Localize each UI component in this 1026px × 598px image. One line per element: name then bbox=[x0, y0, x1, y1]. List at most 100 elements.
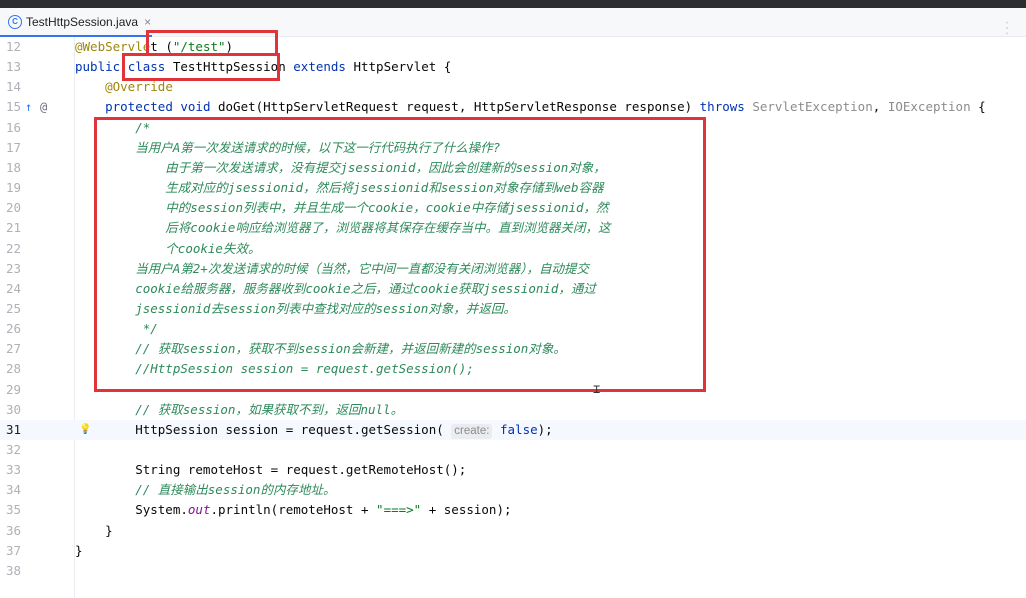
line-number: 14 bbox=[5, 79, 21, 95]
line-number: 38 bbox=[5, 562, 21, 578]
code-text[interactable]: 生成对应的jsessionid，然后将jsessionid和session对象存… bbox=[75, 178, 603, 198]
code-line[interactable]: 17 当用户A第一次发送请求的时候，以下这一行代码执行了什么操作? bbox=[0, 138, 1026, 158]
code-line[interactable]: 23 当用户A第2+次发送请求的时候（当然，它中间一直都没有关闭浏览器），自动提… bbox=[0, 259, 1026, 279]
line-number: 17 bbox=[5, 139, 21, 155]
code-text[interactable]: 当用户A第2+次发送请求的时候（当然，它中间一直都没有关闭浏览器），自动提交 bbox=[75, 259, 589, 279]
code-text[interactable]: cookie给服务器，服务器收到cookie之后，通过cookie获取jsess… bbox=[75, 279, 596, 299]
line-number: 35 bbox=[5, 502, 21, 518]
line-number: 24 bbox=[5, 280, 21, 296]
code-text[interactable]: // 获取session，获取不到session会新建，并返回新建的sessio… bbox=[75, 339, 566, 359]
line-number: 16 bbox=[5, 119, 21, 135]
tab-label: TestHttpSession.java bbox=[26, 15, 139, 29]
line-number: 31 bbox=[5, 421, 21, 437]
code-line[interactable]: 35 System.out.println(remoteHost + "===>… bbox=[0, 500, 1026, 520]
line-number: 32 bbox=[5, 442, 21, 457]
code-line[interactable]: 37} bbox=[0, 541, 1026, 561]
code-token: cookie给服务器，服务器收到cookie之后，通过cookie获取jsess… bbox=[75, 280, 596, 296]
lightbulb-icon[interactable]: 💡 bbox=[79, 420, 91, 440]
code-line[interactable]: 28 //HttpSession session = request.getSe… bbox=[0, 359, 1026, 379]
tab-testhttpsession[interactable]: C TestHttpSession.java × bbox=[0, 8, 152, 37]
code-text[interactable]: // 获取session，如果获取不到，返回null。 bbox=[75, 400, 403, 420]
code-text[interactable]: /* bbox=[75, 118, 150, 138]
code-line[interactable]: 14 @Override bbox=[0, 77, 1026, 97]
code-line[interactable]: 32 bbox=[0, 440, 1026, 460]
code-line[interactable]: 34 // 直接输出session的内存地址。 bbox=[0, 480, 1026, 500]
code-token: { bbox=[970, 99, 986, 115]
code-line[interactable]: 26 */ bbox=[0, 319, 1026, 339]
code-token: IOException bbox=[887, 99, 971, 115]
code-token: @WebServle bbox=[75, 39, 151, 54]
code-token: 中的session列表中，并且生成一个cookie，cookie中存储jsess… bbox=[75, 200, 609, 216]
code-token: protected void bbox=[105, 99, 218, 115]
code-token: String remoteHost = request.getRemoteHos… bbox=[75, 462, 467, 478]
code-token: extends bbox=[293, 59, 354, 75]
code-text[interactable]: */ bbox=[75, 319, 158, 339]
code-line[interactable]: 20 中的session列表中，并且生成一个cookie，cookie中存储js… bbox=[0, 198, 1026, 218]
code-text[interactable]: jsessionid去session列表中查找对应的session对象，并返回。 bbox=[75, 299, 516, 319]
code-text[interactable]: 由于第一次发送请求，没有提交jsessionid，因此会创建新的session对… bbox=[75, 158, 606, 178]
line-number: 15 bbox=[5, 99, 21, 115]
code-token: jsessionid去session列表中查找对应的session对象，并返回。 bbox=[75, 300, 516, 316]
code-token: out bbox=[187, 502, 211, 518]
line-number: 37 bbox=[5, 542, 21, 558]
code-text[interactable]: 后将cookie响应给浏览器了，浏览器将其保存在缓存当中。直到浏览器关闭，这 bbox=[75, 218, 610, 238]
code-text[interactable]: //HttpSession session = request.getSessi… bbox=[75, 359, 474, 379]
code-line[interactable]: 22 个cookie失效。 bbox=[0, 239, 1026, 259]
line-number: 22 bbox=[5, 240, 21, 256]
code-editor[interactable]: 12 @WebServlet ("/test") 13 public class Te… bbox=[0, 37, 1026, 598]
override-gutter-icon[interactable]: ↑ bbox=[25, 97, 32, 117]
code-token: 个cookie失效。 bbox=[75, 240, 261, 256]
code-text[interactable]: @WebServlet ("/test") bbox=[75, 37, 233, 57]
code-text[interactable]: protected void doGet(HttpServletRequest … bbox=[75, 97, 986, 117]
code-line[interactable]: 24 cookie给服务器，服务器收到cookie之后，通过cookie获取js… bbox=[0, 279, 1026, 299]
code-token: // 获取session，如果获取不到，返回null。 bbox=[75, 401, 404, 417]
code-line[interactable]: 16 /* bbox=[0, 118, 1026, 138]
code-token: 由于第一次发送请求，没有提交jsessionid，因此会创建新的session对… bbox=[75, 159, 606, 175]
code-text[interactable]: public class TestHttpSession extends Htt… bbox=[75, 57, 451, 77]
code-text[interactable]: System.out.println(remoteHost + "===>" +… bbox=[75, 500, 512, 520]
code-text[interactable]: @Override bbox=[75, 77, 173, 97]
code-line[interactable]: 18 由于第一次发送请求，没有提交jsessionid，因此会创建新的sessi… bbox=[0, 158, 1026, 178]
code-line[interactable]: 13 public class TestHttpSession extends H… bbox=[0, 57, 1026, 77]
java-class-icon: C bbox=[8, 15, 22, 29]
code-token: TestHttpSession bbox=[172, 59, 294, 75]
close-icon[interactable]: × bbox=[144, 15, 151, 29]
code-text[interactable]: 中的session列表中，并且生成一个cookie，cookie中存储jsess… bbox=[75, 198, 609, 218]
line-number: 12 bbox=[5, 39, 21, 54]
code-token: 当用户A第2+次发送请求的时候（当然，它中间一直都没有关闭浏览器），自动提交 bbox=[75, 260, 590, 276]
code-token: 后将cookie响应给浏览器了，浏览器将其保存在缓存当中。直到浏览器关闭，这 bbox=[75, 220, 611, 236]
code-line[interactable]: 25 jsessionid去session列表中查找对应的session对象，并… bbox=[0, 299, 1026, 319]
code-line[interactable]: 31 HttpSession session = request.getSess… bbox=[0, 419, 1026, 440]
editor-tab-bar: C TestHttpSession.java × ⋮ bbox=[0, 8, 1026, 37]
code-token: + session); bbox=[421, 502, 512, 518]
annotation-gutter-icon[interactable]: @ bbox=[40, 97, 47, 117]
code-line[interactable]: 15 protected void doGet(HttpServletReque… bbox=[0, 97, 1026, 117]
code-token: // 直接输出session的内存地址。 bbox=[75, 482, 336, 498]
code-token: ) bbox=[225, 39, 234, 54]
code-line[interactable]: 19 生成对应的jsessionid，然后将jsessionid和session… bbox=[0, 178, 1026, 198]
code-token: ); bbox=[537, 421, 553, 437]
code-text[interactable]: } bbox=[75, 521, 113, 541]
code-line[interactable]: 29 bbox=[0, 380, 1026, 400]
code-text[interactable]: // 直接输出session的内存地址。 bbox=[75, 480, 335, 500]
code-line[interactable]: 27 // 获取session，获取不到session会新建，并返回新建的ses… bbox=[0, 339, 1026, 359]
code-text[interactable]: } bbox=[75, 541, 83, 561]
parameter-hint: create: bbox=[451, 423, 493, 439]
code-line[interactable]: 36 } bbox=[0, 521, 1026, 541]
code-text[interactable]: 个cookie失效。 bbox=[75, 239, 260, 259]
code-token: , bbox=[872, 99, 888, 115]
code-text[interactable]: 当用户A第一次发送请求的时候，以下这一行代码执行了什么操作? bbox=[75, 138, 500, 158]
line-number: 23 bbox=[5, 260, 21, 276]
code-line[interactable]: 12 @WebServlet ("/test") bbox=[0, 37, 1026, 57]
line-number: 21 bbox=[5, 220, 21, 236]
mouse-cursor-icon: ⌶ bbox=[593, 382, 601, 396]
code-line[interactable]: 21 后将cookie响应给浏览器了，浏览器将其保存在缓存当中。直到浏览器关闭，… bbox=[0, 218, 1026, 238]
code-line[interactable]: 33 String remoteHost = request.getRemote… bbox=[0, 460, 1026, 480]
code-line[interactable]: 30 // 获取session，如果获取不到，返回null。 bbox=[0, 400, 1026, 420]
code-token: } bbox=[75, 542, 83, 558]
code-token: doGet(HttpServletRequest request, HttpSe… bbox=[218, 99, 700, 115]
code-line[interactable]: 38 bbox=[0, 561, 1026, 581]
code-text[interactable]: String remoteHost = request.getRemoteHos… bbox=[75, 460, 466, 480]
code-text[interactable]: HttpSession session = request.getSession… bbox=[75, 420, 553, 440]
